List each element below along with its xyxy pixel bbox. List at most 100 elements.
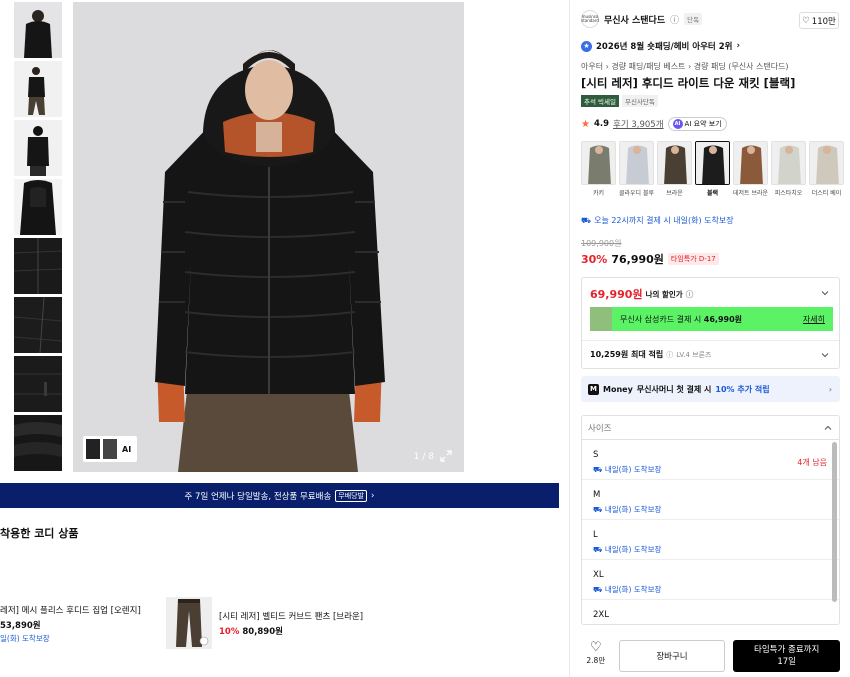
size-option-s[interactable]: S ⛟ 내일(화) 도착보장 4개 남음 bbox=[582, 440, 839, 480]
member-level: LV.4 브론즈 bbox=[676, 350, 712, 359]
thumbnail-2[interactable] bbox=[14, 61, 62, 117]
color-option-dusty-beige[interactable]: 더스티 베이 bbox=[809, 141, 844, 197]
size-delivery: 내일(화) 도착보장 bbox=[604, 465, 662, 474]
sale-badge: 추석 빅세일 bbox=[581, 95, 619, 107]
size-select-header[interactable]: 사이즈 bbox=[582, 416, 839, 440]
color-option-pistachio[interactable]: 피스타치오 bbox=[771, 141, 806, 197]
cart-button[interactable]: 장바구니 bbox=[618, 640, 726, 672]
discount-rate: 30% bbox=[581, 252, 608, 266]
chevron-down-icon[interactable] bbox=[821, 289, 829, 297]
coordi-item-price: 80,890원 bbox=[242, 627, 283, 637]
breadcrumb-item[interactable]: 경량 패딩/패딩 베스트 bbox=[611, 62, 685, 71]
card-price: 46,990원 bbox=[703, 314, 743, 324]
size-option-xl[interactable]: XL ⛟ 내일(화) 도착보장 bbox=[582, 560, 839, 600]
delivery-text: 오늘 22시까지 결제 시 내일(화) 도착보장 bbox=[594, 216, 734, 225]
size-delivery: 내일(화) 도착보장 bbox=[604, 585, 662, 594]
color-label: 더스티 베이 bbox=[811, 190, 842, 197]
truck-icon: ⛟ bbox=[593, 465, 603, 474]
info-icon[interactable]: ⓘ bbox=[670, 13, 679, 26]
size-delivery: 내일(화) 도착보장 bbox=[604, 505, 662, 514]
color-option-black[interactable]: 블랙 bbox=[695, 141, 730, 197]
thumbnail-list bbox=[14, 2, 62, 474]
color-swatch bbox=[657, 141, 692, 185]
details-link[interactable]: 자세히 bbox=[803, 314, 825, 325]
thumbnail-6[interactable] bbox=[14, 297, 62, 353]
breadcrumb-item[interactable]: 아우터 bbox=[581, 62, 603, 71]
main-product-image[interactable]: AI 1 / 8 bbox=[73, 2, 464, 472]
coordi-item-image[interactable] bbox=[166, 597, 212, 649]
size-name: L bbox=[593, 530, 598, 540]
musinsa-money-banner[interactable]: M Money 무신사머니 첫 결제 시 10% 추가 적립 › bbox=[581, 376, 840, 402]
ranking-row[interactable]: ★ 2026년 8월 숏패딩/헤비 아우터 2위 › bbox=[581, 40, 740, 52]
breadcrumb-item[interactable]: 경량 패딩 (무신사 스탠다드) bbox=[694, 62, 789, 71]
color-swatch bbox=[809, 141, 844, 185]
coordi-item-price: 53,890원 bbox=[0, 621, 41, 631]
size-option-2xl[interactable]: 2XL bbox=[582, 600, 839, 624]
truck-icon: ⛟ bbox=[593, 585, 603, 594]
points-row[interactable]: 10,259원 최대 적립 ⓘ LV.4 브론즈 bbox=[590, 349, 712, 360]
color-label: 클라우디 블루 bbox=[619, 190, 654, 197]
brand-name[interactable]: 무신사 스탠다드 bbox=[604, 13, 665, 26]
truck-icon: ⛟ bbox=[581, 215, 592, 225]
benefit-box: 69,990원 나의 할인가 ⓘ 무신사 삼성카드 결제 시 46,990원 자… bbox=[581, 277, 840, 369]
chevron-right-icon: › bbox=[371, 490, 375, 501]
color-option-cloudy-blue[interactable]: 클라우디 블루 bbox=[619, 141, 654, 197]
ranking-text: 2026년 8월 숏패딩/헤비 아우터 2위 bbox=[596, 42, 733, 52]
thumbnail-7[interactable] bbox=[14, 356, 62, 412]
color-option-desert-brown[interactable]: 데저트 브라운 bbox=[733, 141, 768, 197]
size-option-m[interactable]: M ⛟ 내일(화) 도착보장 bbox=[582, 480, 839, 520]
color-swatch bbox=[581, 141, 616, 185]
thumbnail-1[interactable] bbox=[14, 2, 62, 58]
product-title: [시티 레저] 후디드 라이트 다운 재킷 [블랙] bbox=[581, 76, 796, 90]
delivery-info: ⛟ 오늘 22시까지 결제 시 내일(화) 도착보장 bbox=[581, 215, 734, 226]
coordi-section-title: 착용한 코디 상품 bbox=[0, 527, 79, 540]
truck-icon: ⛟ bbox=[593, 505, 603, 514]
chevron-down-icon[interactable] bbox=[821, 351, 829, 359]
info-icon: ⓘ bbox=[685, 289, 694, 299]
thumbnail-8[interactable] bbox=[14, 415, 62, 471]
ai-icon: AI bbox=[672, 119, 683, 129]
wishlist-button[interactable]: ♡ 2.8만 bbox=[581, 640, 611, 672]
thumbnail-5[interactable] bbox=[14, 238, 62, 294]
color-option-khaki[interactable]: 카키 bbox=[581, 141, 616, 197]
coordi-item-name: 레저] 메시 플리스 후디드 집업 [오렌지] bbox=[0, 606, 141, 616]
mini-thumbnail-strip[interactable]: AI bbox=[83, 436, 137, 462]
size-select[interactable]: 사이즈 S ⛟ 내일(화) 도착보장 4개 남음 M ⛟ 내일(화) 도착보장 … bbox=[581, 415, 840, 625]
time-sale-badge: 타임특가 D-17 bbox=[667, 253, 719, 265]
color-swatch bbox=[619, 141, 654, 185]
color-label: 데저트 브라운 bbox=[733, 190, 768, 197]
buy-button[interactable]: 타임특가 종료까지 17일 bbox=[733, 640, 840, 672]
my-price-label: 나의 할인가 bbox=[645, 289, 683, 299]
size-option-l[interactable]: L ⛟ 내일(화) 도착보장 bbox=[582, 520, 839, 560]
expand-icon[interactable] bbox=[440, 450, 452, 462]
coordi-item[interactable]: 레저] 메시 플리스 후디드 집업 [오렌지] 53,890원 일(화) 도착보… bbox=[0, 604, 141, 644]
ai-summary-button[interactable]: AI AI 요약 보기 bbox=[667, 117, 727, 131]
review-link[interactable]: 후기 3,905개 bbox=[613, 118, 664, 130]
rating-row: ★ 4.9 후기 3,905개 AI AI 요약 보기 bbox=[581, 117, 727, 131]
brand-row[interactable]: musinsa standard 무신사 스탠다드 ⓘ 단독 bbox=[581, 10, 703, 28]
card-benefit-text: 무신사 삼성카드 결제 시 bbox=[620, 314, 702, 324]
product-info-panel: musinsa standard 무신사 스탠다드 ⓘ 단독 ♡ 110만 ★ … bbox=[569, 0, 850, 677]
card-benefit-row[interactable]: 무신사 삼성카드 결제 시 46,990원 자세히 bbox=[590, 307, 833, 331]
my-price-row[interactable]: 69,990원 나의 할인가 ⓘ bbox=[590, 286, 693, 302]
scrollbar[interactable] bbox=[832, 442, 837, 602]
coordi-item-delivery: 일(화) 도착보장 bbox=[0, 634, 50, 643]
coordi-item-discount: 10% bbox=[219, 627, 240, 637]
chevron-right-icon: › bbox=[828, 384, 832, 394]
size-name: XL bbox=[593, 570, 604, 580]
divider bbox=[582, 340, 839, 341]
thumbnail-3[interactable] bbox=[14, 120, 62, 176]
breadcrumb: 아우터 › 경량 패딩/패딩 베스트 › 경량 패딩 (무신사 스탠다드) bbox=[581, 62, 789, 71]
ai-label: AI bbox=[122, 444, 132, 454]
heart-icon: ♡ bbox=[802, 15, 810, 26]
thumbnail-4[interactable] bbox=[14, 179, 62, 235]
size-name: 2XL bbox=[593, 610, 609, 620]
star-badge-icon: ★ bbox=[581, 40, 592, 52]
shipping-banner[interactable]: 주 7일 언제나 당일발송, 전상품 무료배송 무배당발 › bbox=[0, 483, 559, 508]
banner-text: 주 7일 언제나 당일발송, 전상품 무료배송 bbox=[184, 491, 332, 502]
color-option-brown[interactable]: 브라운 bbox=[657, 141, 692, 197]
coordi-item[interactable]: [시티 레저] 벨티드 커브드 팬츠 [브라운] 10% 80,890원 bbox=[219, 610, 363, 637]
badge-row: 추석 빅세일 무신사단독 bbox=[581, 95, 658, 107]
exclusive-badge: 무신사단독 bbox=[621, 95, 658, 107]
brand-like-button[interactable]: ♡ 110만 bbox=[799, 12, 839, 29]
